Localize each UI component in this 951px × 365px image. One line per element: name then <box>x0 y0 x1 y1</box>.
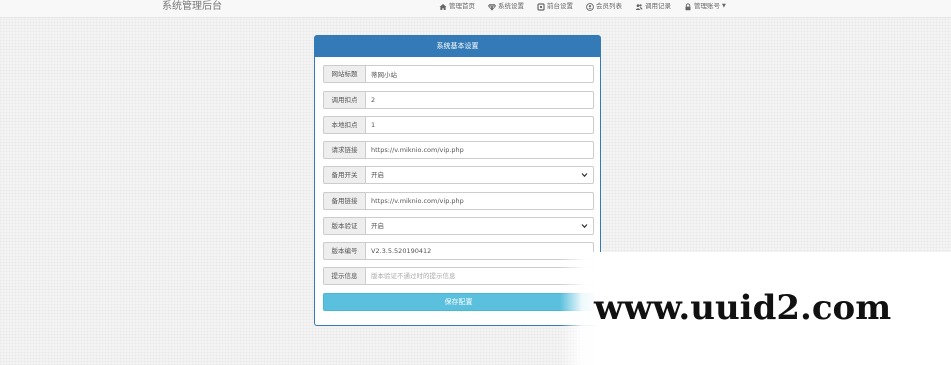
caret-down-icon: ▼ <box>722 3 726 9</box>
form-row-version-number: 版本编号 <box>323 242 594 260</box>
backup-url-input[interactable] <box>365 192 594 210</box>
nav-item-member-list[interactable]: 会员列表 <box>586 1 622 12</box>
chevron-down-icon <box>581 224 588 229</box>
home-icon <box>439 3 447 11</box>
form-row-site-title: 网站标题 <box>323 65 594 83</box>
nav-label: 会员列表 <box>596 2 622 10</box>
form-row-backup-url: 备用链接 <box>323 192 594 210</box>
version-check-select[interactable]: 开启 <box>365 217 594 235</box>
grid-icon <box>537 2 545 11</box>
main-nav: 管理首页 系统设置 前台设置 会员列表 调用记录 管理账号 ▼ <box>439 1 739 12</box>
field-label: 请求链接 <box>323 141 365 159</box>
form-row-request-url: 请求链接 <box>323 141 594 159</box>
diamond-icon <box>488 3 496 11</box>
top-navbar: 系统管理后台 管理首页 系统设置 前台设置 会员列表 调用记录 管理账号 ▼ <box>0 0 951 18</box>
field-label: 网站标题 <box>323 65 365 83</box>
nav-label: 管理首页 <box>449 2 475 10</box>
nav-item-call-records[interactable]: 调用记录 <box>635 1 671 12</box>
call-deduction-input[interactable] <box>365 91 594 109</box>
field-label: 调用扣点 <box>323 91 365 109</box>
lock-icon <box>684 2 692 11</box>
form-row-backup-switch: 备用开关 开启 <box>323 166 594 184</box>
form-row-call-deduction: 调用扣点 <box>323 91 594 109</box>
field-label: 备用开关 <box>323 166 365 184</box>
nav-label: 前台设置 <box>547 2 573 10</box>
select-value: 开启 <box>371 171 384 179</box>
nav-label: 调用记录 <box>645 2 671 10</box>
backup-switch-select[interactable]: 开启 <box>365 166 594 184</box>
watermark-text: www.uuid2.com <box>594 288 892 328</box>
field-label: 版本编号 <box>323 242 365 260</box>
nav-item-frontend-settings[interactable]: 前台设置 <box>537 1 573 12</box>
form-row-prompt-message: 提示信息 <box>323 267 594 285</box>
local-deduction-input[interactable] <box>365 116 594 134</box>
form-row-local-deduction: 本地扣点 <box>323 116 594 134</box>
panel-title: 系统基本设置 <box>315 36 600 57</box>
field-label: 备用链接 <box>323 192 365 210</box>
chevron-down-icon <box>581 173 588 178</box>
field-label: 提示信息 <box>323 267 365 285</box>
site-title-input[interactable] <box>365 65 594 83</box>
select-value: 开启 <box>371 222 384 230</box>
settings-panel: 系统基本设置 网站标题 调用扣点 本地扣点 请求链接 备用开关 开启 备用链接 … <box>314 35 601 326</box>
field-label: 本地扣点 <box>323 116 365 134</box>
nav-item-system-settings[interactable]: 系统设置 <box>488 1 524 12</box>
watermark-overlay: www.uuid2.com <box>560 252 951 365</box>
nav-label: 系统设置 <box>498 2 524 10</box>
field-label: 版本验证 <box>323 217 365 235</box>
user-circle-icon <box>586 2 594 11</box>
request-url-input[interactable] <box>365 141 594 159</box>
nav-item-home[interactable]: 管理首页 <box>439 1 475 12</box>
save-config-button[interactable]: 保存配置 <box>323 293 594 311</box>
nav-item-admin-account[interactable]: 管理账号 ▼ <box>684 1 726 12</box>
form-row-version-check: 版本验证 开启 <box>323 217 594 235</box>
nav-label: 管理账号 <box>694 2 720 10</box>
brand-title[interactable]: 系统管理后台 <box>162 0 222 14</box>
users-icon <box>635 3 643 11</box>
